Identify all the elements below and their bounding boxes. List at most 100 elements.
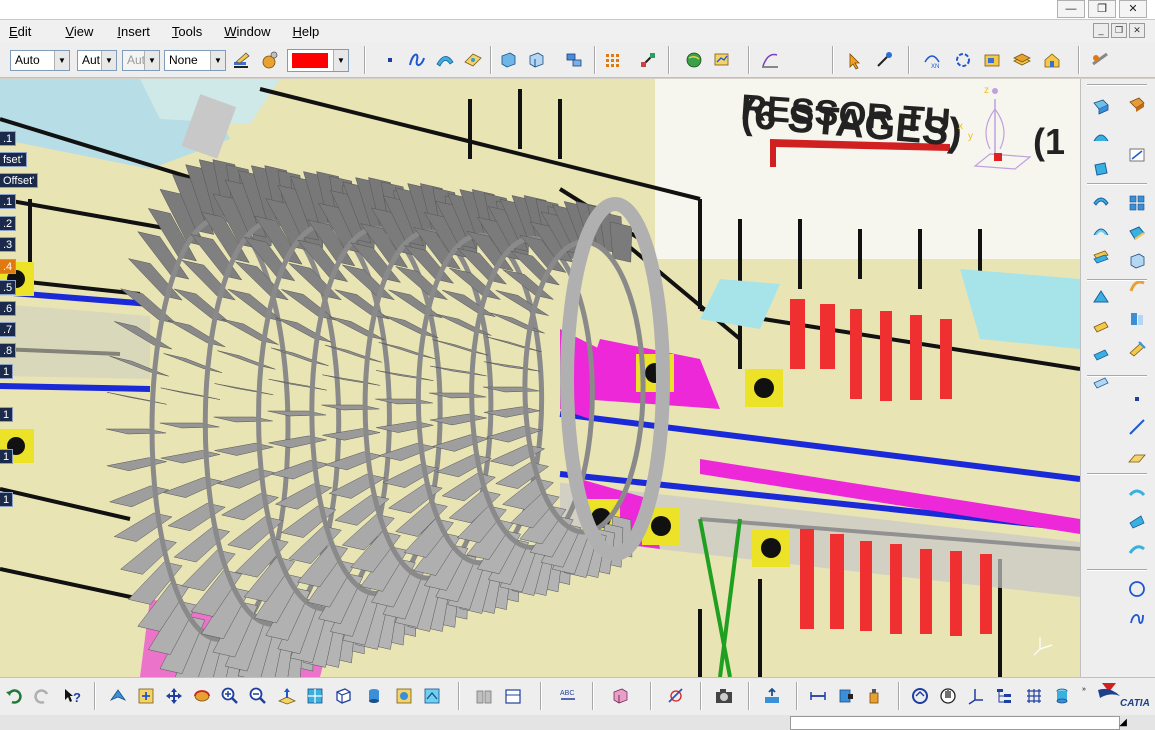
spline-tool-icon[interactable] [1125,607,1149,631]
pan-icon[interactable] [162,684,186,708]
axis-system-icon[interactable] [964,684,988,708]
layers-icon[interactable] [1010,48,1034,72]
text-annotation-icon[interactable]: ABC [556,684,580,708]
spec-tree-item[interactable]: .8 [0,343,17,358]
point-symbol-combo[interactable]: Aut ▼ [122,50,160,71]
snap-icon[interactable] [636,48,660,72]
3d-annotation-icon[interactable] [608,684,632,708]
weight-icon[interactable] [862,684,886,708]
hand-icon[interactable] [936,684,960,708]
spec-tree-item[interactable]: .1 [0,194,17,209]
grid-view-icon[interactable] [1022,684,1046,708]
spline-icon[interactable] [405,48,429,72]
point-tool-icon[interactable] [1125,387,1149,411]
cylinder-icon[interactable] [1050,684,1074,708]
redo-icon[interactable] [30,684,54,708]
close-window-button[interactable]: ✕ [1119,0,1147,18]
select-arrow-icon[interactable] [843,49,867,73]
distance-icon[interactable] [806,684,830,708]
fly-icon[interactable] [106,684,130,708]
globe-icon[interactable] [682,48,706,72]
blend-surface-icon[interactable] [1089,245,1113,269]
spec-tree-item[interactable]: .4 [0,259,17,274]
measure-between-icon[interactable] [664,684,688,708]
multi-view-icon[interactable] [303,684,327,708]
fill-surface-icon[interactable] [1125,221,1149,245]
spec-tree-item[interactable]: .7 [0,322,17,337]
iso-view-icon[interactable] [331,684,355,708]
spec-tree-item[interactable]: .3 [0,237,17,252]
catalog-icon[interactable] [980,48,1004,72]
tree-icon[interactable] [992,684,1016,708]
document-close-button[interactable]: ✕ [1129,23,1145,38]
zoom-in-icon[interactable] [218,684,242,708]
minimize-window-button[interactable]: — [1057,0,1085,18]
painter-icon[interactable] [230,48,254,72]
spec-tree-item[interactable]: .2 [0,216,17,231]
box-icon[interactable] [1125,249,1149,273]
command-input[interactable] [790,716,1120,730]
normal-view-icon[interactable] [275,684,299,708]
spec-tree-item[interactable]: 1 [0,364,14,379]
fly-mode-icon[interactable] [872,48,896,72]
house-icon[interactable] [1040,48,1064,72]
publish-icon[interactable] [760,684,784,708]
undo-icon[interactable] [2,684,26,708]
spec-tree-item[interactable]: 1 [0,449,14,464]
revolve-surface-icon[interactable] [1089,125,1113,149]
update-icon[interactable] [908,684,932,708]
restore-window-button[interactable]: ❐ [1088,0,1116,18]
join-icon[interactable] [1089,285,1113,309]
healing-icon[interactable] [1089,315,1113,339]
shading-icon[interactable] [362,684,386,708]
table-icon[interactable] [501,684,525,708]
close-surface-icon[interactable] [1125,337,1149,361]
material-icon[interactable] [258,48,282,72]
sweep-icon[interactable] [433,48,457,72]
line-tool-icon[interactable] [1125,415,1149,439]
spec-tree-item[interactable]: .5 [0,280,17,295]
simulation-icon[interactable] [1088,48,1112,72]
grid-icon[interactable] [601,49,625,73]
line-type-combo[interactable]: Auto ▼ [10,50,70,71]
split-icon[interactable] [1125,191,1149,215]
layer-combo[interactable]: None ▼ [164,50,226,71]
document-minimize-button[interactable]: _ [1093,23,1109,38]
sweep-surface-icon[interactable] [1089,219,1113,243]
projection-icon[interactable] [1125,481,1149,505]
curve-icon[interactable] [758,48,782,72]
spec-tree-item[interactable]: fset' [0,152,27,167]
parallel-curve-icon[interactable] [1125,537,1149,561]
spec-tree-item[interactable]: .6 [0,301,17,316]
3d-viewport[interactable]: RESSOR TU (6 STAGES) (1 x y z .1 fset' O… [0,79,1080,677]
thickness-icon[interactable] [1125,307,1149,331]
menu-window[interactable]: Window [215,24,279,39]
menu-edit[interactable]: Edit [0,24,40,39]
color-combo[interactable]: ▼ [287,49,349,72]
hide-show-icon[interactable] [392,684,416,708]
inertia-icon[interactable] [834,684,858,708]
resize-grip-icon[interactable]: ◢ [1119,717,1127,728]
offset-surface-icon[interactable] [1089,189,1113,213]
document-restore-button[interactable]: ❐ [1111,23,1127,38]
menu-insert[interactable]: Insert [108,24,159,39]
swap-visible-icon[interactable] [420,684,444,708]
split-view-icon[interactable] [472,684,496,708]
part-icon[interactable] [496,48,520,72]
analysis-icon[interactable] [710,48,734,72]
whats-this-icon[interactable]: ? [60,684,84,708]
spec-tree-item[interactable]: 1 [0,407,14,422]
spec-tree-item[interactable]: 1 [0,492,14,507]
measure-icon[interactable]: XN [920,48,944,72]
plane-tool-icon[interactable] [1125,447,1149,471]
trim-icon[interactable] [1089,343,1113,367]
menu-tools[interactable]: Tools [163,24,211,39]
circle-icon[interactable] [1125,577,1149,601]
menu-help[interactable]: Help [284,24,329,39]
body-icon[interactable] [524,48,548,72]
spec-tree-item[interactable]: Offset' [0,173,39,188]
spec-tree-item[interactable]: .1 [0,131,17,146]
rotate-view-icon[interactable] [190,684,214,708]
sketch-icon[interactable] [1125,93,1149,117]
chevron-right-icon[interactable]: » [1082,686,1086,693]
